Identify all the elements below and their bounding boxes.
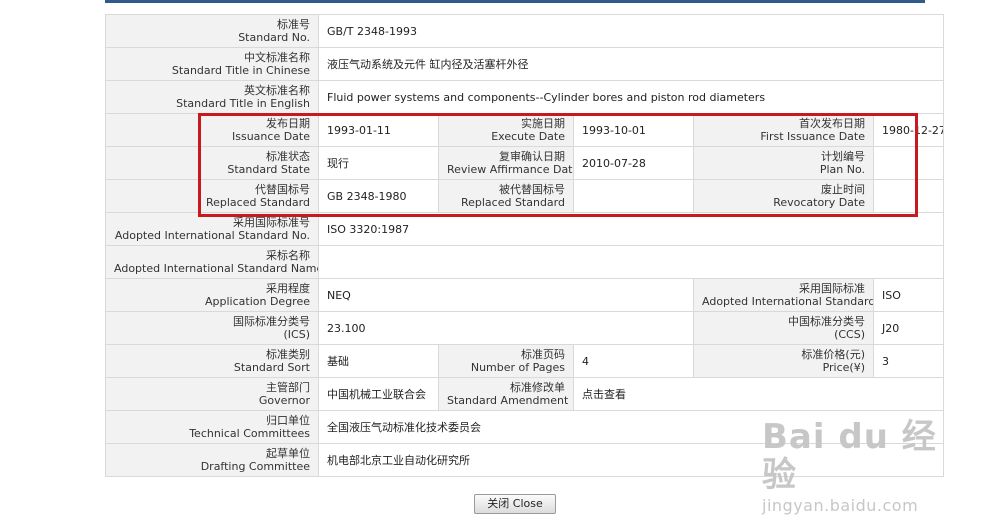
application-degree-value: NEQ [318,278,694,312]
row-title-cn: 中文标准名称 Standard Title in Chinese 液压气动系统及元… [105,47,944,81]
ccs-value: J20 [873,311,944,345]
row-standard-no: 标准号 Standard No. GB/T 2348-1993 [105,14,944,48]
top-bar [105,0,925,3]
row-adopted-intl-name: 采标名称 Adopted International Standard Name [105,245,944,279]
execute-date-label: 实施日期 Execute Date [438,113,574,147]
row-dates: 发布日期 Issuance Date 1993-01-11 实施日期 Execute… [105,113,944,147]
close-button[interactable]: 关闭 Close [474,494,556,514]
revocatory-date-value [873,179,944,213]
standard-amendment-label: 标准修改单 Standard Amendment [438,377,574,411]
row-adopted-intl-no: 采用国际标准号 Adopted International Standard No… [105,212,944,246]
row-sort: 标准类别 Standard Sort 基础 标准页码 Number of Pages… [105,344,944,378]
governor-label: 主管部门 Governor [105,377,319,411]
governor-value: 中国机械工业联合会 [318,377,439,411]
standard-amendment-link[interactable]: 点击查看 [573,377,944,411]
replaced-by-standard-label: 被代替国标号 Replaced Standard [438,179,574,213]
application-degree-label: 采用程度 Application Degree [105,278,319,312]
issuance-date-value: 1993-01-11 [318,113,439,147]
review-affirmance-date-value: 2010-07-28 [573,146,694,180]
first-issuance-date-value: 1980-12-27 [873,113,944,147]
ics-label: 国际标准分类号 (ICS) [105,311,319,345]
row-application-degree: 采用程度 Application Degree NEQ 采用国际标准 Adopted… [105,278,944,312]
replaced-standard-value: GB 2348-1980 [318,179,439,213]
issuance-date-label: 发布日期 Issuance Date [105,113,319,147]
ics-value: 23.100 [318,311,694,345]
title-cn-label: 中文标准名称 Standard Title in Chinese [105,47,319,81]
standard-no-value: GB/T 2348-1993 [318,14,944,48]
standard-sort-label: 标准类别 Standard Sort [105,344,319,378]
adopted-intl-name-value [318,245,944,279]
adopted-intl-no-value: ISO 3320:1987 [318,212,944,246]
drafting-committee-label: 起草单位 Drafting Committee [105,443,319,477]
standard-no-label: 标准号 Standard No. [105,14,319,48]
technical-committees-value: 全国液压气动标准化技术委员会 [318,410,944,444]
adopted-intl-standard-value: ISO [873,278,944,312]
first-issuance-date-label: 首次发布日期 First Issuance Date [693,113,874,147]
number-of-pages-value: 4 [573,344,694,378]
row-title-en: 英文标准名称 Standard Title in English Fluid po… [105,80,944,114]
drafting-committee-value: 机电部北京工业自动化研究所 [318,443,944,477]
adopted-intl-standard-label: 采用国际标准 Adopted International Standard [693,278,874,312]
adopted-intl-name-label: 采标名称 Adopted International Standard Name [105,245,319,279]
row-state: 标准状态 Standard State 现行 复审确认日期 Review Affir… [105,146,944,180]
revocatory-date-label: 废止时间 Revocatory Date [693,179,874,213]
row-replaced: 代替国标号 Replaced Standard GB 2348-1980 被代替国… [105,179,944,213]
review-affirmance-date-label: 复审确认日期 Review Affirmance Date [438,146,574,180]
standard-state-label: 标准状态 Standard State [105,146,319,180]
standard-state-value: 现行 [318,146,439,180]
row-classification: 国际标准分类号 (ICS) 23.100 中国标准分类号 (CCS) J20 [105,311,944,345]
technical-committees-label: 归口单位 Technical Committees [105,410,319,444]
title-en-label: 英文标准名称 Standard Title in English [105,80,319,114]
execute-date-value: 1993-10-01 [573,113,694,147]
number-of-pages-label: 标准页码 Number of Pages [438,344,574,378]
title-cn-value: 液压气动系统及元件 缸内径及活塞杆外径 [318,47,944,81]
standard-info-table: 标准号 Standard No. GB/T 2348-1993 中文标准名称 Sta… [105,14,944,477]
title-en-value: Fluid power systems and components--Cyli… [318,80,944,114]
plan-no-label: 计划编号 Plan No. [693,146,874,180]
replaced-by-standard-value [573,179,694,213]
row-technical-committees: 归口单位 Technical Committees 全国液压气动标准化技术委员会 [105,410,944,444]
ccs-label: 中国标准分类号 (CCS) [693,311,874,345]
replaced-standard-label: 代替国标号 Replaced Standard [105,179,319,213]
watermark-url: jingyan.baidu.com [762,496,919,515]
row-drafting-committee: 起草单位 Drafting Committee 机电部北京工业自动化研究所 [105,443,944,477]
row-governor: 主管部门 Governor 中国机械工业联合会 标准修改单 Standard Ame… [105,377,944,411]
price-label: 标准价格(元) Price(¥) [693,344,874,378]
plan-no-value [873,146,944,180]
price-value: 3 [873,344,944,378]
standard-sort-value: 基础 [318,344,439,378]
adopted-intl-no-label: 采用国际标准号 Adopted International Standard No… [105,212,319,246]
